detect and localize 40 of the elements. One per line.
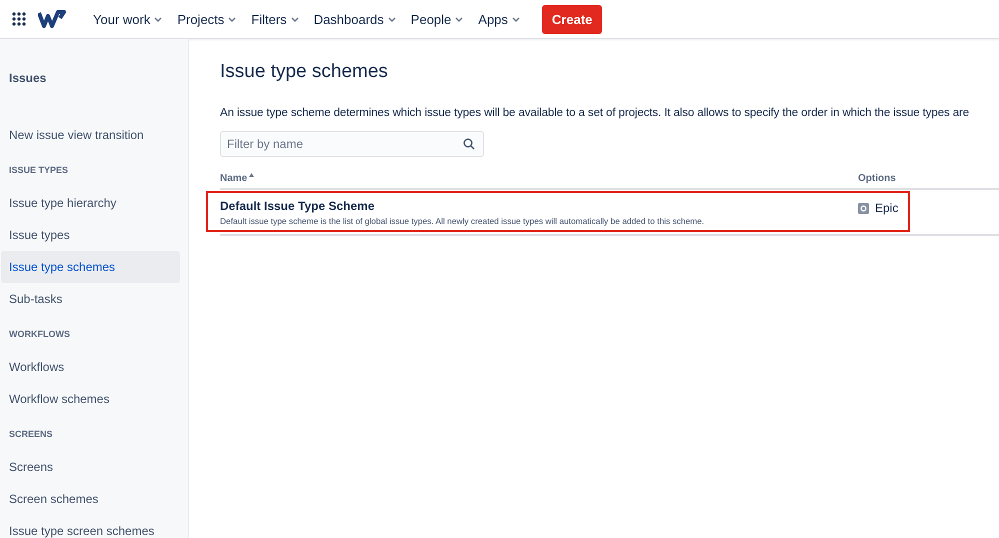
sidebar-item[interactable]: Issue types — [1, 219, 180, 251]
sidebar-item[interactable]: Issue type screen schemes — [1, 515, 180, 538]
sidebar-item[interactable]: Workflows — [1, 351, 180, 383]
epic-type-icon — [858, 202, 869, 214]
column-header: Options — [858, 173, 896, 184]
app-grid-icon[interactable] — [12, 12, 26, 26]
issue-type-label: Epic — [875, 201, 898, 215]
sidebar-title: Issues — [8, 70, 48, 87]
sidebar-item[interactable]: Sub-tasks — [1, 283, 180, 315]
column-header[interactable]: Name — [220, 173, 858, 184]
section-heading: WORKFLOWS — [8, 328, 71, 341]
nav-menu[interactable]: Your work — [86, 8, 170, 30]
sidebar-item[interactable]: Issue type schemes — [1, 251, 180, 283]
nav-menu[interactable]: Filters — [244, 8, 306, 30]
sort-icon — [249, 173, 254, 177]
sidebar-item[interactable]: Issue type hierarchy — [1, 187, 180, 219]
nav-menu[interactable]: Projects — [170, 8, 244, 30]
section-heading: ISSUE TYPES — [8, 164, 70, 177]
search-icon — [463, 138, 475, 150]
nav-menu[interactable]: People — [404, 8, 470, 30]
chevron-down-icon — [388, 16, 396, 22]
section-heading: SCREENS — [8, 428, 54, 441]
nav-menu[interactable]: Dashboards — [306, 8, 403, 30]
chevron-down-icon — [512, 16, 520, 22]
scheme-name: Default Issue Type Scheme — [220, 199, 376, 213]
filter-field[interactable]: Filter by name — [220, 131, 484, 157]
page-description: An issue type scheme determines which issue types will be available to a set of projects. It also allows to specify the order in which the issue types are — [220, 107, 970, 119]
create-button[interactable]: Create — [542, 4, 602, 34]
scheme-description: Default issue type scheme is the list of global issue types. All newly created issue types will automatically be added to this scheme. — [220, 216, 706, 226]
sidebar-item[interactable]: Workflow schemes — [1, 383, 180, 415]
chevron-down-icon — [228, 16, 236, 22]
chevron-down-icon — [290, 16, 299, 22]
logo-icon[interactable] — [38, 10, 66, 28]
chevron-down-icon — [455, 16, 464, 22]
sidebar-item[interactable]: New issue view transition — [1, 119, 180, 151]
sidebar-item[interactable]: Screen schemes — [1, 483, 180, 515]
sidebar-item[interactable]: Screens — [1, 451, 180, 483]
nav-menu[interactable]: Apps — [471, 8, 527, 30]
page-title: Issue type schemes — [220, 61, 389, 83]
chevron-down-icon — [154, 16, 162, 22]
